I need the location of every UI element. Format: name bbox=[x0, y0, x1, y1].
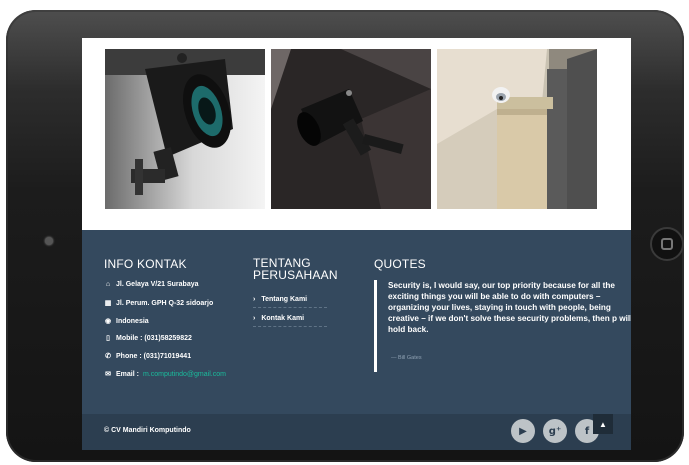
cctv-photo-bullet-camera[interactable] bbox=[105, 49, 265, 209]
home-icon: ⌂ bbox=[105, 281, 111, 288]
youtube-icon[interactable]: ▶ bbox=[511, 419, 535, 443]
cctv-photo-ceiling-camera[interactable] bbox=[271, 49, 431, 209]
email-link[interactable]: m.computindo@gmail.com bbox=[143, 371, 226, 378]
chevron-right-icon: › bbox=[253, 296, 256, 303]
info-kontak-title: INFO KONTAK bbox=[104, 257, 187, 271]
tentang-title-line2: PERUSAHAAN bbox=[253, 268, 338, 282]
contact-mobile: ▯ Mobile : (031)58259822 bbox=[104, 334, 192, 343]
mobile-icon: ▯ bbox=[106, 335, 110, 342]
link-label: Tentang Kami bbox=[261, 296, 308, 303]
building-icon: ▦ bbox=[104, 300, 112, 307]
phone-icon: ✆ bbox=[105, 353, 111, 360]
back-to-top-button[interactable]: ▲ bbox=[593, 414, 613, 434]
contact-text: Jl. Perum. GPH Q-32 sidoarjo bbox=[116, 299, 214, 307]
home-button-icon bbox=[661, 238, 673, 250]
cctv-photo-dome-camera[interactable] bbox=[437, 49, 597, 209]
chevron-right-icon: › bbox=[253, 315, 256, 322]
contact-text: Jl. Gelaya V/21 Surabaya bbox=[116, 281, 199, 288]
quote-blockquote: Security is, I would say, our top priori… bbox=[374, 280, 631, 372]
link-kontak-kami[interactable]: › Kontak Kami bbox=[253, 315, 327, 327]
globe-icon: ◉ bbox=[104, 318, 112, 325]
contact-text: Indonesia bbox=[116, 317, 149, 325]
copyright-text: © CV Mandiri Komputindo bbox=[104, 427, 191, 434]
link-tentang-kami[interactable]: › Tentang Kami bbox=[253, 296, 327, 308]
contact-phone: ✆ Phone : (031)71019441 bbox=[104, 352, 192, 361]
contact-email: ✉ Email : m.computindo@gmail.com bbox=[104, 370, 226, 379]
quote-author: — Bill Gates bbox=[391, 355, 422, 361]
tablet-screen: INFO KONTAK ⌂ Jl. Gelaya V/21 Surabaya ▦… bbox=[82, 38, 631, 450]
email-label: Email : bbox=[116, 370, 139, 378]
contact-text: Mobile : (031)58259822 bbox=[116, 334, 192, 342]
contact-text: Phone : (031)71019441 bbox=[116, 352, 192, 360]
google-plus-icon[interactable]: g⁺ bbox=[543, 419, 567, 443]
site-footer: INFO KONTAK ⌂ Jl. Gelaya V/21 Surabaya ▦… bbox=[82, 230, 631, 414]
link-label: Kontak Kami bbox=[261, 315, 305, 322]
cctv-gallery bbox=[82, 38, 631, 230]
footer-bottom-bar: © CV Mandiri Komputindo ▶ g⁺ f ▲ bbox=[82, 414, 631, 450]
tentang-perusahaan-title: TENTANG PERUSAHAAN bbox=[253, 257, 338, 281]
contact-address-1: ⌂ Jl. Gelaya V/21 Surabaya bbox=[104, 281, 199, 288]
quotes-title: QUOTES bbox=[374, 257, 426, 271]
contact-country: ◉ Indonesia bbox=[104, 317, 149, 326]
envelope-icon: ✉ bbox=[105, 371, 111, 378]
tablet-camera bbox=[45, 237, 53, 245]
quote-text: Security is, I would say, our top priori… bbox=[388, 281, 631, 334]
tablet-home-button[interactable] bbox=[650, 227, 684, 261]
contact-address-2: ▦ Jl. Perum. GPH Q-32 sidoarjo bbox=[104, 299, 214, 308]
